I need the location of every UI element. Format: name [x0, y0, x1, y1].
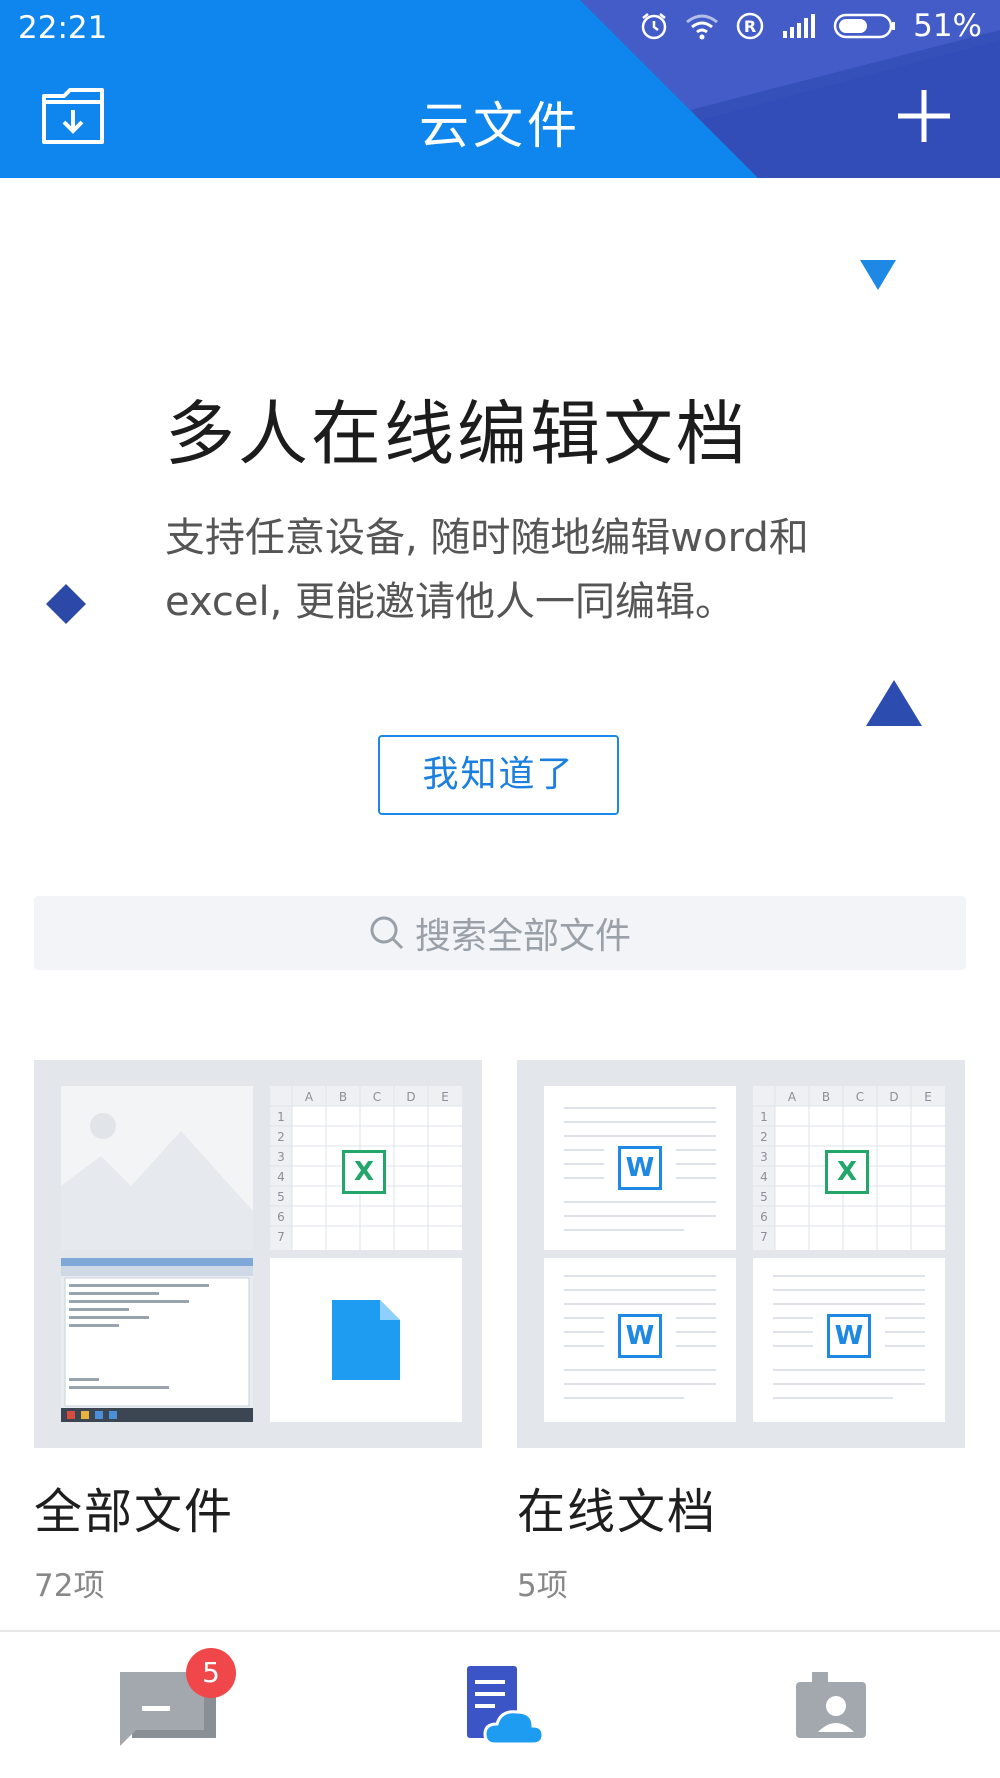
folder-name: 全部文件 [34, 1484, 235, 1540]
triangle-down-decoration [860, 260, 896, 290]
nav-cloud-docs[interactable] [455, 1662, 565, 1752]
spreadsheet-row-label: 2 [277, 1130, 285, 1144]
diamond-decoration [46, 584, 86, 624]
wifi-icon [685, 12, 719, 40]
battery-percent: 51% [913, 8, 982, 44]
folder-card-online-docs[interactable]: W A B C D E 1 2 3 4 5 6 7 X W W 在线文档 5项 [517, 1060, 965, 1604]
triangle-up-decoration [866, 680, 922, 726]
spreadsheet-row-label: 5 [760, 1190, 768, 1204]
status-time: 22:21 [18, 10, 108, 46]
image-placeholder-icon [61, 1086, 253, 1250]
search-icon [370, 916, 404, 950]
page-title: 云文件 [419, 97, 581, 155]
folder-name: 在线文档 [517, 1484, 718, 1540]
signal-icon [781, 13, 817, 39]
spreadsheet-column-label: C [373, 1090, 381, 1104]
folder-thumbnail: A B C D E 1 2 3 4 5 6 7 X [34, 1060, 482, 1448]
word-doc-preview: W [544, 1086, 736, 1250]
spreadsheet-preview: A B C D E 1 2 3 4 5 6 7 X [753, 1086, 945, 1250]
plus-icon[interactable] [892, 84, 956, 148]
spreadsheet-column-label: D [889, 1090, 898, 1104]
svg-text:R: R [744, 17, 756, 36]
excel-icon: X [342, 1150, 386, 1194]
spreadsheet-row-label: 5 [277, 1190, 285, 1204]
app-header: 22:21 R 51% 云文件 [0, 0, 1000, 178]
promo-description: 支持任意设备, 随时随地编辑word和excel, 更能邀请他人一同编辑。 [165, 515, 809, 625]
spreadsheet-preview: A B C D E 1 2 3 4 5 6 7 X [270, 1086, 462, 1250]
spreadsheet-column-label: E [924, 1090, 932, 1104]
spreadsheet-column-label: E [441, 1090, 449, 1104]
excel-icon: X [825, 1150, 869, 1194]
spreadsheet-row-label: 3 [760, 1150, 768, 1164]
word-doc-preview: W [544, 1258, 736, 1422]
generic-file-icon [270, 1258, 462, 1422]
alarm-icon [639, 11, 669, 41]
spreadsheet-column-label: B [339, 1090, 347, 1104]
folder-thumbnail: W A B C D E 1 2 3 4 5 6 7 X W W [517, 1060, 965, 1448]
spreadsheet-row-label: 1 [760, 1110, 768, 1124]
spreadsheet-row-label: 1 [277, 1110, 285, 1124]
spreadsheet-row-label: 6 [277, 1210, 285, 1224]
registered-icon: R [735, 11, 765, 41]
cloud-docs-icon [467, 1666, 545, 1746]
notification-badge: 5 [186, 1648, 236, 1698]
battery-icon [833, 12, 897, 40]
folder-item-count: 72项 [34, 1568, 105, 1604]
word-icon: W [618, 1146, 662, 1190]
contacts-icon [796, 1672, 866, 1738]
search-placeholder: 搜索全部文件 [414, 916, 631, 957]
folder-item-count: 5项 [517, 1568, 568, 1604]
nav-contacts[interactable] [782, 1662, 892, 1752]
spreadsheet-row-label: 7 [277, 1230, 285, 1244]
spreadsheet-row-label: 2 [760, 1130, 768, 1144]
screenshot-thumbnail [61, 1258, 253, 1422]
spreadsheet-column-label: C [856, 1090, 864, 1104]
spreadsheet-row-label: 4 [277, 1170, 285, 1184]
word-doc-preview: W [753, 1258, 945, 1422]
spreadsheet-column-label: A [305, 1090, 314, 1104]
spreadsheet-row-label: 7 [760, 1230, 768, 1244]
word-icon: W [618, 1314, 662, 1358]
promo-title: 多人在线编辑文档 [165, 393, 749, 475]
status-bar: 22:21 R 51% [0, 0, 1000, 58]
search-bar[interactable]: 搜索全部文件 [34, 896, 966, 970]
spreadsheet-column-label: B [822, 1090, 830, 1104]
spreadsheet-column-label: A [788, 1090, 797, 1104]
bottom-nav [0, 1632, 1000, 1778]
spreadsheet-row-label: 6 [760, 1210, 768, 1224]
folder-card-all-files[interactable]: A B C D E 1 2 3 4 5 6 7 X 全部文件 72项 [34, 1060, 482, 1604]
got-it-button[interactable]: 我知道了 [378, 735, 619, 815]
spreadsheet-row-label: 3 [277, 1150, 285, 1164]
spreadsheet-row-label: 4 [760, 1170, 768, 1184]
word-icon: W [827, 1314, 871, 1358]
spreadsheet-column-label: D [406, 1090, 415, 1104]
